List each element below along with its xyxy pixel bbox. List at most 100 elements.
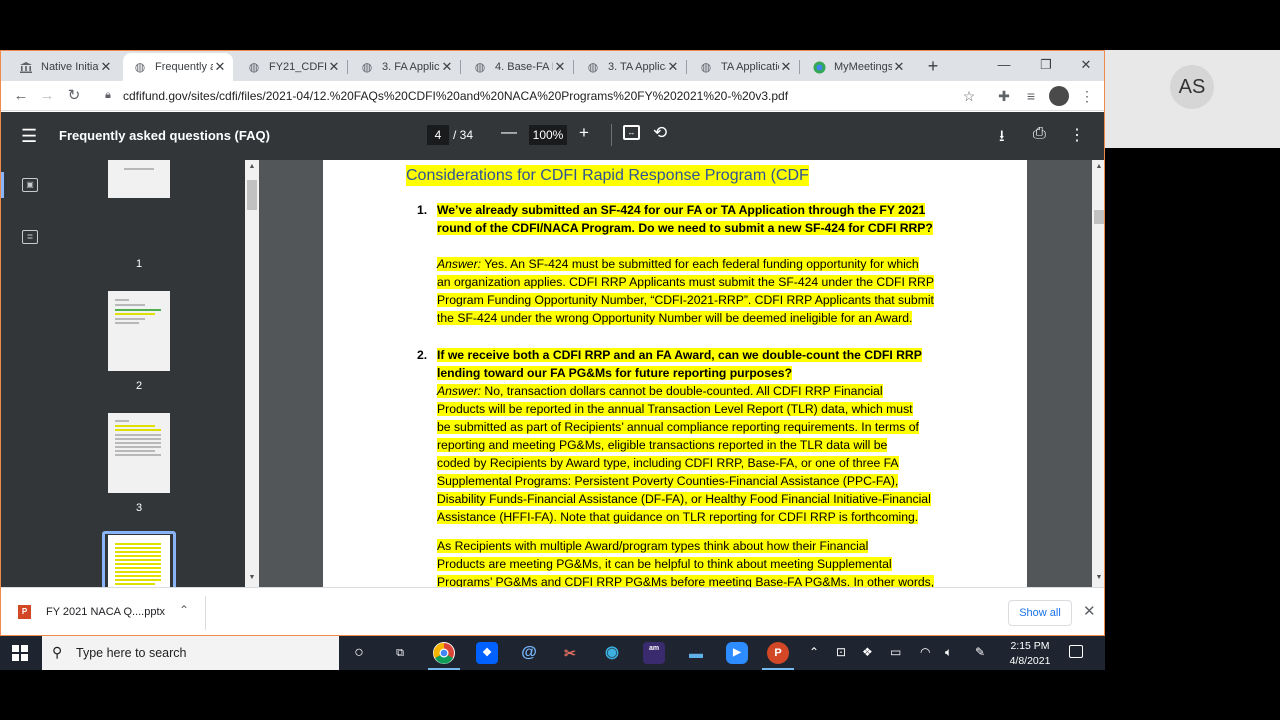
page-scroll-thumb[interactable] (1094, 210, 1104, 224)
thumb-line (124, 168, 154, 170)
tab-ta-application[interactable]: ◍ TA Applicatio ✕ (689, 53, 799, 81)
print-icon[interactable]: ⎙ (1033, 125, 1046, 143)
hamburger-menu-icon[interactable]: ☰ (21, 126, 37, 147)
wifi-icon[interactable]: ◠ (920, 645, 930, 659)
battery-icon[interactable]: ▭ (890, 645, 901, 659)
tab-close-icon[interactable]: ✕ (553, 59, 567, 75)
page-thumbnail-2[interactable] (108, 291, 170, 371)
tab-close-icon[interactable]: ✕ (99, 59, 113, 75)
zoom-in-icon[interactable]: + (579, 123, 589, 143)
new-tab-button[interactable]: + (923, 56, 943, 76)
tab-title: Frequently a (155, 61, 213, 73)
reload-icon[interactable]: ↻ (64, 87, 84, 105)
scroll-up-icon[interactable]: ▲ (1092, 163, 1104, 170)
tab-close-icon[interactable]: ✕ (779, 59, 793, 75)
dropbox-icon[interactable]: ❖ (476, 642, 498, 664)
tab-close-icon[interactable]: ✕ (327, 59, 341, 75)
tray-chevron-up-icon[interactable]: ⌃ (809, 645, 819, 659)
rotate-icon[interactable]: ⟲ (653, 123, 667, 143)
page-scrollbar[interactable]: ▲ ▼ (1092, 160, 1104, 587)
reading-list-icon[interactable]: ≡ (1021, 87, 1041, 105)
taskbar-search-box[interactable]: ⚲ Type here to search (42, 636, 339, 670)
restore-icon[interactable]: ❐ (1031, 55, 1061, 75)
scroll-up-icon[interactable]: ▲ (245, 163, 259, 170)
windows-start-icon[interactable] (12, 645, 28, 661)
clock-time[interactable]: 2:15 PM (1008, 640, 1052, 652)
outline-view-icon[interactable]: ≣ (22, 230, 38, 244)
page-thumbnail-3[interactable] (108, 413, 170, 493)
page-thumbnail-4[interactable] (108, 535, 170, 587)
question-2-line-1: If we receive both a CDFI RRP and an FA … (437, 348, 922, 362)
download-bar-close-icon[interactable]: ✕ (1083, 602, 1096, 620)
page-thumbnail-1[interactable] (108, 160, 170, 198)
tab-native-initiatives[interactable]: Native Initiati ✕ (9, 53, 119, 81)
volume-icon[interactable]: 🔈︎ (945, 645, 952, 660)
bookmark-star-icon[interactable]: ☆ (959, 87, 979, 105)
thumb-highlight (115, 555, 161, 557)
extensions-puzzle-icon[interactable]: ✚ (994, 87, 1014, 105)
forward-arrow-icon[interactable]: → (37, 87, 57, 105)
minimize-icon[interactable]: — (989, 55, 1019, 75)
tab-ta-application-3[interactable]: ◍ 3. TA Applica ✕ (576, 53, 686, 81)
tab-mymeetings[interactable]: MyMeetings ✕ (802, 53, 912, 81)
notifications-icon[interactable] (1069, 645, 1083, 658)
section-heading: Considerations for CDFI Rapid Response P… (406, 165, 809, 186)
menu-kebab-icon[interactable]: ⋮ (1077, 87, 1097, 105)
windows-taskbar: ⚲ Type here to search ○ ⧉ ❖ @ ✂ ◉ am ▬ ▶… (0, 636, 1105, 670)
globe-icon: ◍ (474, 60, 486, 74)
edge-icon[interactable]: ◉ (601, 642, 623, 664)
pdf-page: Considerations for CDFI Rapid Response P… (323, 160, 1027, 587)
zoom-app-icon[interactable]: ▶ (726, 642, 748, 664)
answer-label: Answer: (437, 384, 482, 398)
task-view-icon[interactable]: ⧉ (389, 642, 411, 664)
desktop-monitor-icon[interactable]: ▬ (685, 642, 707, 664)
cortana-circle-icon[interactable]: ○ (348, 642, 370, 664)
thumb-line (115, 450, 155, 452)
thumb-highlight (115, 313, 155, 315)
thumb-highlight (115, 571, 161, 573)
scroll-down-icon[interactable]: ▼ (245, 574, 259, 581)
tab-fy21-cdfi[interactable]: ◍ FY21_CDFI_N ✕ (237, 53, 347, 81)
answer-2-line-1: No, transaction dollars cannot be double… (481, 384, 883, 398)
lock-icon[interactable]: 🔒︎ (105, 89, 111, 102)
more-options-icon[interactable]: ⋮ (1069, 125, 1085, 145)
window-close-icon[interactable]: ✕ (1071, 55, 1101, 75)
chrome-icon[interactable] (433, 642, 455, 664)
thumbnails-view-icon[interactable]: ▣ (22, 178, 38, 192)
back-arrow-icon[interactable]: ← (11, 87, 31, 105)
download-file-name[interactable]: FY 2021 NACA Q....pptx (46, 606, 165, 618)
chevron-up-icon[interactable]: ⌃ (179, 603, 189, 617)
page-number-input[interactable]: 4 (427, 125, 449, 145)
pen-icon[interactable]: ✎ (975, 645, 985, 659)
tab-base-fa[interactable]: ◍ 4. Base-FA E ✕ (463, 53, 573, 81)
amazon-music-icon[interactable]: am (643, 642, 665, 664)
tab-frequently-asked[interactable]: ◍ Frequently a ✕ (123, 53, 233, 81)
fit-to-page-icon[interactable]: ↔ (623, 125, 640, 140)
tab-close-icon[interactable]: ✕ (892, 59, 906, 75)
tray-app-icon[interactable]: ⊡ (836, 645, 846, 659)
snipping-tool-icon[interactable]: ✂ (559, 642, 581, 664)
sidebar-scroll-thumb[interactable] (247, 180, 257, 210)
zoom-out-icon[interactable]: — (501, 124, 517, 142)
tab-fa-application[interactable]: ◍ 3. FA Applica ✕ (350, 53, 460, 81)
powerpoint-icon[interactable]: P (767, 642, 789, 664)
globe-icon: ◍ (134, 60, 146, 74)
tray-dropbox-icon[interactable]: ❖ (862, 645, 873, 659)
clock-date[interactable]: 4/8/2021 (1004, 655, 1056, 667)
zoom-level-input[interactable]: 100% (529, 125, 567, 145)
scroll-down-icon[interactable]: ▼ (1092, 574, 1104, 581)
tab-separator (686, 60, 687, 74)
show-all-button[interactable]: Show all (1008, 600, 1072, 626)
question-1-line-1: We’ve already submitted an SF-424 for ou… (437, 203, 926, 217)
tab-close-icon[interactable]: ✕ (666, 59, 680, 75)
spiral-app-icon[interactable]: @ (518, 642, 540, 664)
answer-1-line-2: an organization applies. CDFI RRP Applic… (437, 275, 934, 289)
answer-2-line-3: be submitted as part of Recipients’ annu… (437, 420, 919, 434)
address-bar[interactable]: cdfifund.gov/sites/cdfi/files/2021-04/12… (123, 89, 788, 103)
tab-close-icon[interactable]: ✕ (440, 59, 454, 75)
tab-close-icon[interactable]: ✕ (213, 59, 227, 75)
thumb-highlight (115, 575, 161, 577)
download-icon[interactable]: ⭳ (999, 125, 1005, 152)
profile-avatar[interactable] (1049, 86, 1069, 106)
sidebar-scrollbar[interactable]: ▲ ▼ (245, 160, 259, 587)
